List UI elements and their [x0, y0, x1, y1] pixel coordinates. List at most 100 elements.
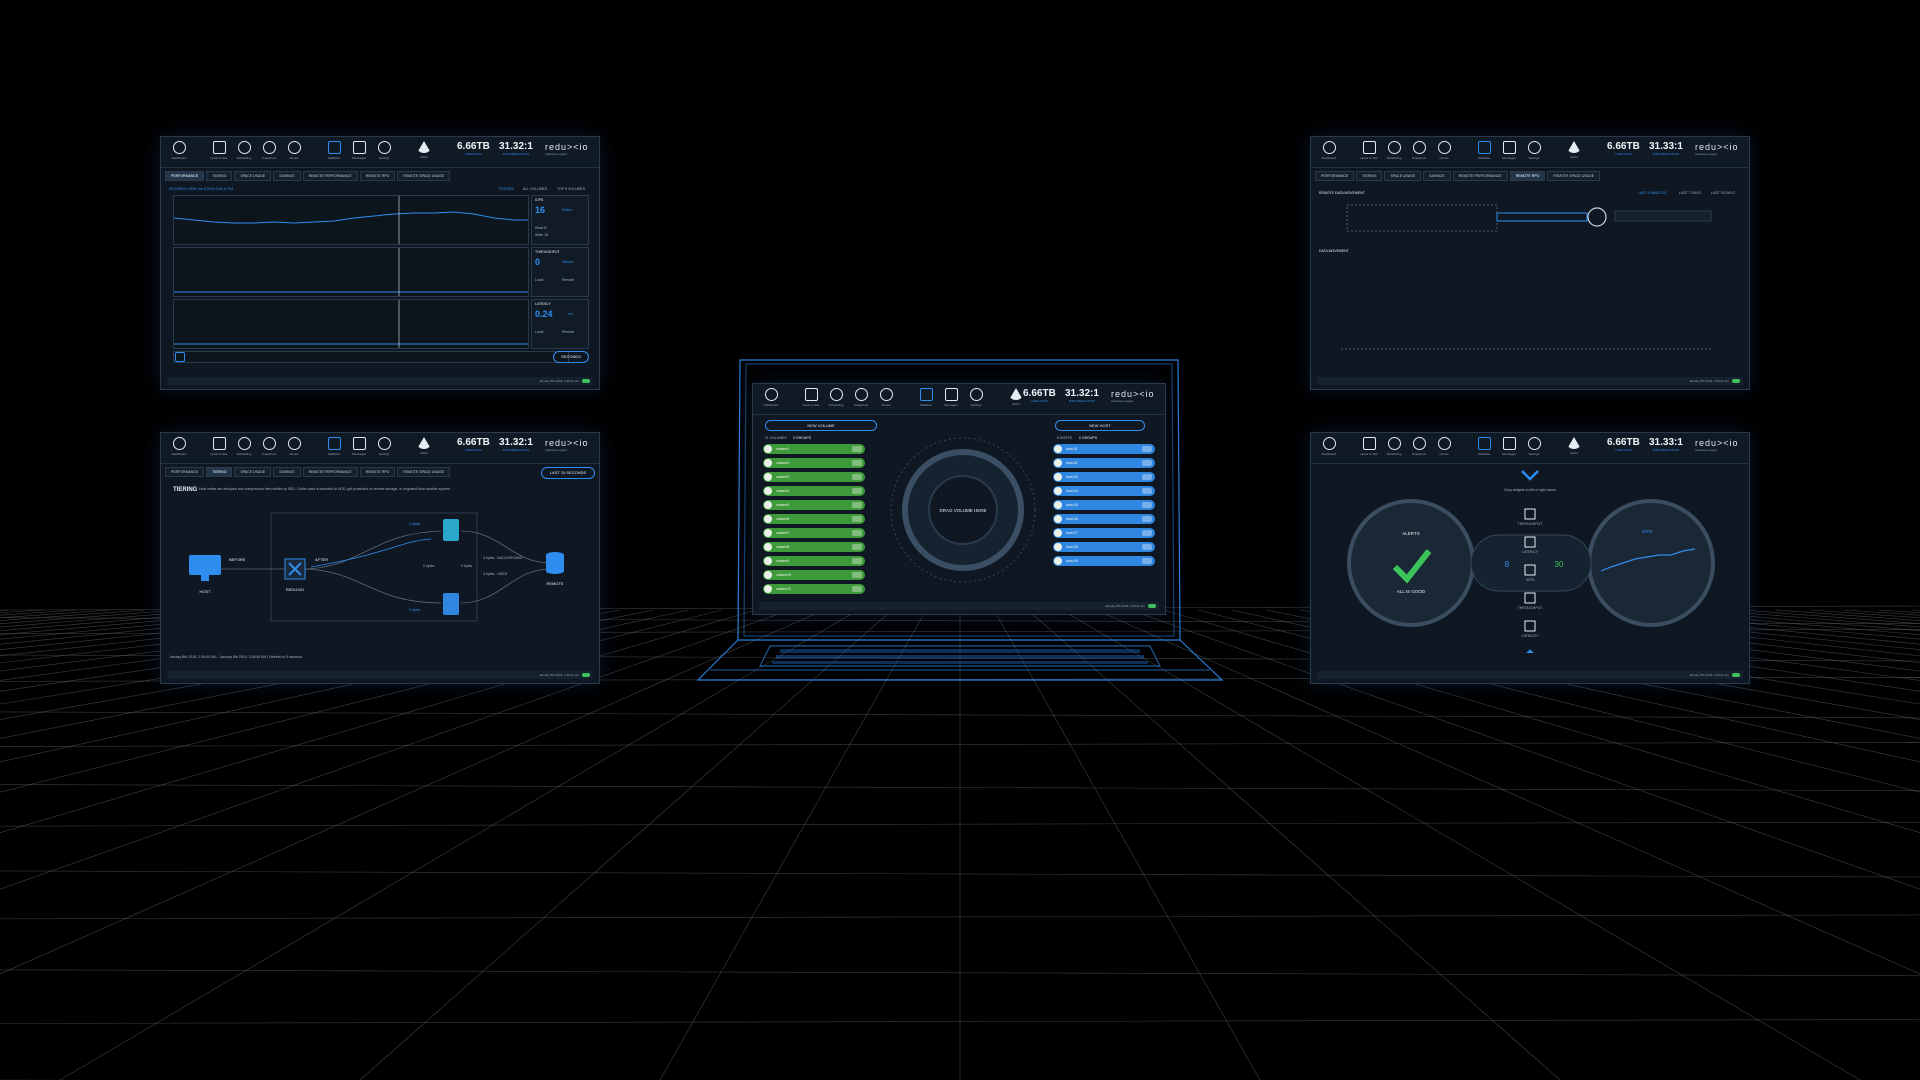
- volume-row[interactable]: volume3: [763, 472, 865, 482]
- chevron-up-icon[interactable]: [1522, 649, 1538, 653]
- nav-list[interactable]: Messages: [1499, 437, 1519, 456]
- tab-space-usage[interactable]: SPACE USAGE: [234, 467, 272, 477]
- nav-clone[interactable]: Clones: [1434, 437, 1454, 456]
- nav-clock[interactable]: Scheduling: [1384, 437, 1404, 456]
- widget-icon[interactable]: [1524, 620, 1536, 632]
- row-action-icon[interactable]: [1142, 502, 1152, 508]
- nav-warning[interactable]: Alerts: [1564, 437, 1584, 456]
- timeline-bar[interactable]: [173, 351, 569, 363]
- row-action-icon[interactable]: [852, 488, 862, 494]
- nav-info[interactable]: Dashboard: [761, 388, 781, 407]
- row-action-icon[interactable]: [852, 502, 862, 508]
- volume-row[interactable]: volume7: [763, 528, 865, 538]
- volume-row[interactable]: volume6: [763, 514, 865, 524]
- host-row[interactable]: host-05: [1053, 500, 1155, 510]
- tab-performance[interactable]: PERFORMANCE: [165, 171, 205, 181]
- remote-range-30d[interactable]: LAST 30 DAYS: [1711, 191, 1735, 195]
- row-action-icon[interactable]: [1142, 558, 1152, 564]
- nav-monitor[interactable]: Hosts & Vols: [1359, 437, 1379, 456]
- tab-savings[interactable]: SAVINGS: [273, 467, 301, 477]
- row-action-icon[interactable]: [852, 530, 862, 536]
- nav-stats[interactable]: Statistics: [1474, 141, 1494, 160]
- new-volume-button[interactable]: NEW VOLUME: [765, 420, 877, 431]
- row-action-icon[interactable]: [1142, 530, 1152, 536]
- tab-tiering[interactable]: TIERING: [1356, 171, 1383, 181]
- row-action-icon[interactable]: [852, 516, 862, 522]
- nav-clone[interactable]: Clones: [284, 141, 304, 160]
- nav-snapshot[interactable]: Snapshots: [259, 437, 279, 456]
- nav-snapshot[interactable]: Snapshots: [1409, 141, 1429, 160]
- nav-stats[interactable]: Statistics: [1474, 437, 1494, 456]
- nav-info[interactable]: Dashboard: [1319, 437, 1339, 456]
- volume-row[interactable]: volume4: [763, 486, 865, 496]
- tab-remote-space-usage[interactable]: REMOTE SPACE USAGE: [397, 467, 451, 477]
- row-action-icon[interactable]: [852, 572, 862, 578]
- volume-row[interactable]: volume5: [763, 500, 865, 510]
- nav-info[interactable]: Dashboard: [1319, 141, 1339, 160]
- volume-row[interactable]: volume10: [763, 570, 865, 580]
- iops-widget[interactable]: [1587, 499, 1715, 627]
- nav-monitor[interactable]: Hosts & Vols: [209, 437, 229, 456]
- host-row[interactable]: host-06: [1053, 514, 1155, 524]
- volume-row[interactable]: volume9: [763, 556, 865, 566]
- user-menu[interactable]: reduxio ▸ Logout: [1695, 448, 1739, 452]
- row-action-icon[interactable]: [1142, 488, 1152, 494]
- tab-tiering[interactable]: TIERING: [206, 171, 233, 181]
- widget-icon[interactable]: [1524, 592, 1536, 604]
- nav-list[interactable]: Messages: [1499, 141, 1519, 160]
- nav-clone[interactable]: Clones: [876, 388, 896, 407]
- host-row[interactable]: host-09: [1053, 556, 1155, 566]
- user-menu[interactable]: reduxio ▸ Logout: [1111, 399, 1155, 403]
- tab-remote-performance[interactable]: REMOTE PERFORMANCE: [302, 467, 358, 477]
- nav-clock[interactable]: Scheduling: [826, 388, 846, 407]
- host-row[interactable]: host-08: [1053, 542, 1155, 552]
- tab-space-usage[interactable]: SPACE USAGE: [1384, 171, 1422, 181]
- tier-range-select[interactable]: LAST 15 SECONDS: [541, 467, 595, 479]
- tab-remote-performance[interactable]: REMOTE PERFORMANCE: [302, 171, 358, 181]
- nav-gear[interactable]: Settings: [1524, 437, 1544, 456]
- new-host-button[interactable]: NEW HOST: [1055, 420, 1145, 431]
- row-action-icon[interactable]: [1142, 474, 1152, 480]
- tab-remote-space-usage[interactable]: REMOTE SPACE USAGE: [397, 171, 451, 181]
- nav-gear[interactable]: Settings: [966, 388, 986, 407]
- nav-snapshot[interactable]: Snapshots: [851, 388, 871, 407]
- row-action-icon[interactable]: [852, 544, 862, 550]
- nav-clone[interactable]: Clones: [284, 437, 304, 456]
- host-row[interactable]: host-04: [1053, 486, 1155, 496]
- perf-filter-top[interactable]: TOP 5 VOLUMES: [557, 187, 585, 191]
- nav-stats[interactable]: Statistics: [324, 141, 344, 160]
- nav-clone[interactable]: Clones: [1434, 141, 1454, 160]
- volume-row[interactable]: volume8: [763, 542, 865, 552]
- tab-savings[interactable]: SAVINGS: [273, 171, 301, 181]
- nav-gear[interactable]: Settings: [1524, 141, 1544, 160]
- widget-icon[interactable]: [1524, 508, 1536, 520]
- nav-monitor[interactable]: Hosts & Vols: [1359, 141, 1379, 160]
- row-action-icon[interactable]: [1142, 460, 1152, 466]
- tab-remote-performance[interactable]: REMOTE PERFORMANCE: [1452, 171, 1508, 181]
- row-action-icon[interactable]: [852, 558, 862, 564]
- nav-list[interactable]: Messages: [349, 141, 369, 160]
- nav-warning[interactable]: Alerts: [1564, 141, 1584, 160]
- perf-filter-system[interactable]: SYSTEM: [499, 187, 513, 191]
- user-menu[interactable]: reduxio ▸ Logout: [545, 152, 589, 156]
- tab-remote-rpo[interactable]: REMOTE RPO: [359, 171, 396, 181]
- prev-button[interactable]: [175, 352, 185, 362]
- row-action-icon[interactable]: [852, 446, 862, 452]
- nav-info[interactable]: Dashboard: [169, 141, 189, 160]
- tab-savings[interactable]: SAVINGS: [1423, 171, 1451, 181]
- nav-clock[interactable]: Scheduling: [1384, 141, 1404, 160]
- tab-performance[interactable]: PERFORMANCE: [165, 467, 205, 477]
- nav-gear[interactable]: Settings: [374, 141, 394, 160]
- remote-range-5min[interactable]: LAST 5 MINUTES: [1638, 191, 1666, 195]
- volume-row[interactable]: volume11: [763, 584, 865, 594]
- tab-performance[interactable]: PERFORMANCE: [1315, 171, 1355, 181]
- nav-list[interactable]: Messages: [941, 388, 961, 407]
- host-row[interactable]: host-03: [1053, 472, 1155, 482]
- tab-remote-rpo[interactable]: REMOTE RPO: [359, 467, 396, 477]
- nav-snapshot[interactable]: Snapshots: [259, 141, 279, 160]
- nav-clock[interactable]: Scheduling: [234, 141, 254, 160]
- tab-tiering[interactable]: TIERING: [206, 467, 233, 477]
- nav-stats[interactable]: Statistics: [916, 388, 936, 407]
- nav-monitor[interactable]: Hosts & Vols: [801, 388, 821, 407]
- tab-space-usage[interactable]: SPACE USAGE: [234, 171, 272, 181]
